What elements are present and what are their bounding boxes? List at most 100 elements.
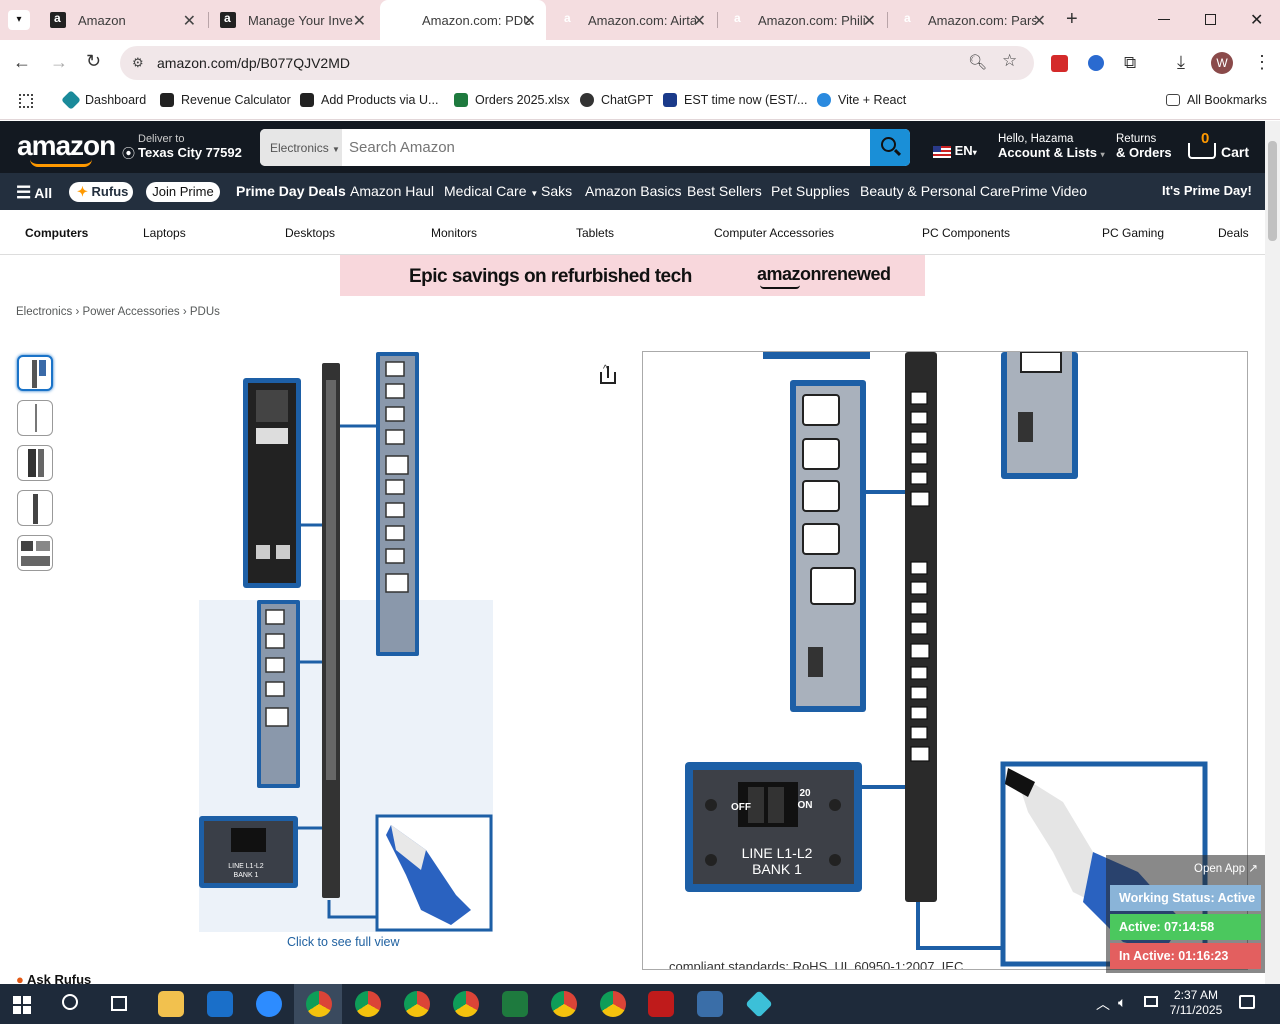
network-icon[interactable] <box>1144 996 1158 1007</box>
subnav-computer-accessories[interactable]: Computer Accessories <box>714 226 834 240</box>
filezilla-icon[interactable] <box>648 991 674 1017</box>
account-lists[interactable]: Hello, Hazama Account & Lists ▾ <box>998 133 1105 160</box>
bookmark-vite-react[interactable]: Vite + React <box>817 93 906 107</box>
bookmark-star-icon[interactable]: ☆ <box>1002 51 1017 71</box>
apps-grid-icon[interactable] <box>19 94 33 108</box>
thumbnail-5[interactable] <box>17 535 53 571</box>
product-main-image[interactable]: LINE L1-L2 BANK 1 Click to see full view <box>196 350 496 949</box>
subnav-desktops[interactable]: Desktops <box>285 226 335 240</box>
profile-avatar[interactable]: W <box>1211 52 1233 74</box>
zoom-app-icon[interactable] <box>256 991 282 1017</box>
reload-icon[interactable]: ↻ <box>86 51 101 72</box>
join-prime-button[interactable]: Join Prime <box>146 182 220 202</box>
extensions-puzzle-icon[interactable]: ⧉ <box>1124 53 1136 73</box>
chrome-profile-4-icon[interactable] <box>453 991 479 1017</box>
windows-start-icon[interactable] <box>13 996 31 1014</box>
tab-amazon-pars[interactable]: Amazon.com: Pars ✕ <box>886 0 1056 40</box>
nav-best-sellers[interactable]: Best Sellers <box>687 183 762 199</box>
chrome-icon[interactable] <box>306 991 332 1017</box>
breadcrumb-power-accessories[interactable]: Power Accessories <box>82 306 179 318</box>
download-icon[interactable]: ⤓ <box>1177 52 1185 73</box>
renewed-banner[interactable]: Epic savings on refurbished tech amazonr… <box>340 255 925 296</box>
chrome-profile-6-icon[interactable] <box>600 991 626 1017</box>
nav-pet-supplies[interactable]: Pet Supplies <box>771 183 850 199</box>
nav-medical-care[interactable]: Medical Care ▼ <box>444 183 538 199</box>
address-bar[interactable]: ⚙ amazon.com/dp/B077QJV2MD 🔍︎ ☆ <box>120 46 1034 80</box>
thumbnail-4[interactable] <box>17 490 53 526</box>
language-selector[interactable]: EN▾ <box>933 143 977 158</box>
chrome-profile-2-icon[interactable] <box>355 991 381 1017</box>
close-window-icon[interactable]: ✕ <box>1250 10 1263 30</box>
bookmark-dashboard[interactable]: Dashboard <box>61 90 146 110</box>
tab-manage-inventory[interactable]: Manage Your Inve ✕ <box>206 0 376 40</box>
subnav-pc-components[interactable]: PC Components <box>922 226 1010 240</box>
tab-amazon-philips[interactable]: Amazon.com: Phili ✕ <box>716 0 886 40</box>
nav-amazon-basics[interactable]: Amazon Basics <box>585 183 681 199</box>
subnav-laptops[interactable]: Laptops <box>143 226 186 240</box>
nav-prime-video[interactable]: Prime Video <box>1011 183 1087 199</box>
open-app-link[interactable]: Open App ↗ <box>1194 861 1258 875</box>
tab-search-icon[interactable]: ▾ <box>8 10 30 30</box>
bookmark-add-products[interactable]: Add Products via U... <box>300 93 438 107</box>
extension-blue-icon[interactable] <box>1088 55 1104 71</box>
volume-icon[interactable]: 🔈︎ <box>1118 994 1126 1011</box>
bookmark-orders-xlsx[interactable]: Orders 2025.xlsx <box>454 93 569 107</box>
site-info-icon[interactable]: ⚙ <box>132 55 144 71</box>
search-category-select[interactable]: Electronics ▼ <box>260 129 342 166</box>
chrome-profile-5-icon[interactable] <box>551 991 577 1017</box>
subnav-tablets[interactable]: Tablets <box>576 226 614 240</box>
chrome-profile-3-icon[interactable] <box>404 991 430 1017</box>
back-icon[interactable]: ← <box>13 52 31 73</box>
subnav-deals[interactable]: Deals <box>1218 226 1249 240</box>
close-tab-icon[interactable]: ✕ <box>183 11 196 31</box>
close-tab-icon[interactable]: ✕ <box>1033 11 1046 31</box>
deliver-to[interactable]: ⦿ Deliver to Texas City 77592 <box>122 133 242 161</box>
thumbnail-3[interactable] <box>17 445 53 481</box>
minimize-icon[interactable] <box>1158 19 1170 20</box>
restore-icon[interactable] <box>1205 14 1216 25</box>
breadcrumb-pdus[interactable]: PDUs <box>190 306 220 318</box>
image-caption[interactable]: Click to see full view <box>287 935 400 949</box>
all-menu-button[interactable]: ☰ All <box>16 183 52 203</box>
task-view-icon[interactable] <box>111 996 127 1011</box>
forward-icon[interactable]: → <box>50 52 68 73</box>
search-icon[interactable] <box>62 994 78 1010</box>
new-tab-icon[interactable]: + <box>1066 8 1078 31</box>
close-tab-icon[interactable]: ✕ <box>693 11 706 31</box>
excel-icon[interactable] <box>502 991 528 1017</box>
close-tab-icon[interactable]: ✕ <box>863 11 876 31</box>
amazon-logo[interactable]: amazon <box>17 130 116 162</box>
file-explorer-icon[interactable] <box>158 991 184 1017</box>
bookmark-revenue-calculator[interactable]: Revenue Calculator <box>160 93 291 107</box>
thumbnail-1[interactable] <box>17 355 53 391</box>
nav-beauty-personal-care[interactable]: Beauty & Personal Care <box>860 183 1010 199</box>
nav-saks[interactable]: Saks <box>541 183 572 199</box>
tray-chevron-icon[interactable]: ︿ <box>1096 994 1110 1014</box>
subnav-computers[interactable]: Computers <box>25 226 88 240</box>
all-bookmarks[interactable]: All Bookmarks <box>1166 93 1267 107</box>
notification-center-icon[interactable] <box>1239 995 1255 1009</box>
search-input[interactable] <box>342 129 870 166</box>
zoom-icon[interactable]: 🔍︎ <box>968 53 987 71</box>
tab-amazon-pdu[interactable]: Amazon.com: PDU ✕ <box>380 0 546 40</box>
page-scrollbar[interactable] <box>1265 121 1280 984</box>
calculator-icon[interactable] <box>697 991 723 1017</box>
close-tab-icon[interactable]: ✕ <box>353 11 366 31</box>
returns-orders[interactable]: Returns & Orders <box>1116 133 1172 160</box>
subnav-monitors[interactable]: Monitors <box>431 226 477 240</box>
nav-prime-day-deals[interactable]: Prime Day Deals <box>236 183 346 199</box>
close-tab-icon[interactable]: ✕ <box>523 11 536 31</box>
nav-amazon-haul[interactable]: Amazon Haul <box>350 183 434 199</box>
cart-button[interactable]: 0 Cart <box>1186 130 1249 165</box>
menu-kebab-icon[interactable]: ⋮ <box>1253 52 1271 73</box>
bookmark-chatgpt[interactable]: ChatGPT <box>580 93 653 107</box>
outlook-icon[interactable] <box>207 991 233 1017</box>
share-icon[interactable]: ^ <box>600 365 616 384</box>
scrollbar-thumb[interactable] <box>1268 141 1277 241</box>
tab-amazon[interactable]: Amazon ✕ <box>36 0 206 40</box>
tab-amazon-airtag[interactable]: Amazon.com: Airta ✕ <box>546 0 716 40</box>
bookmark-est-time[interactable]: EST time now (EST/... <box>663 93 807 107</box>
url-text[interactable]: amazon.com/dp/B077QJV2MD <box>157 55 350 71</box>
thumbnail-2[interactable] <box>17 400 53 436</box>
search-button[interactable] <box>870 129 910 166</box>
